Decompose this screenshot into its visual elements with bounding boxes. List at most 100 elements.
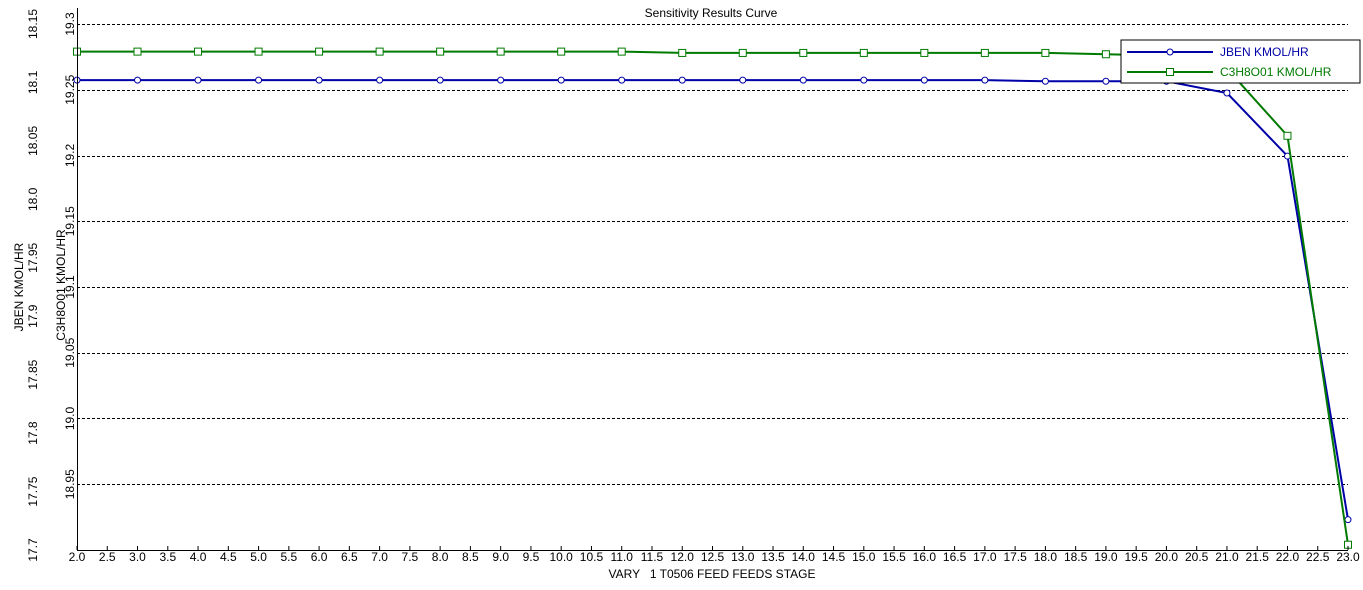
x-tick-label: 9.5 xyxy=(523,550,540,564)
data-point xyxy=(738,48,747,57)
x-tick-label: 19.5 xyxy=(1124,550,1148,564)
x-tick-label: 15.0 xyxy=(852,550,876,564)
data-point xyxy=(1223,89,1231,97)
data-point xyxy=(315,76,323,84)
x-tick-label: 14.5 xyxy=(822,550,846,564)
x-tick-label: 3.0 xyxy=(129,550,146,564)
data-point xyxy=(980,48,989,57)
data-point xyxy=(436,76,444,84)
x-axis-label: VARY 1 T0506 FEED FEEDS STAGE xyxy=(609,567,816,581)
x-tick-label: 9.0 xyxy=(492,550,509,564)
data-point xyxy=(557,47,566,56)
x-tick-label: 13.5 xyxy=(761,550,785,564)
legend-marker-c3h8o01 xyxy=(1166,68,1174,76)
y1-tick-label: 17.85 xyxy=(26,359,40,389)
axes: 2.0 2.5 3.0 3.5 4.0 4.5 5.0 5.5 6.0 6.5 7.0 7.5 8.0 8… xyxy=(26,8,1360,564)
data-point xyxy=(920,76,928,84)
y2-tick-label: 19.3 xyxy=(63,12,77,36)
data-point xyxy=(134,76,142,84)
series-layer xyxy=(73,47,1352,549)
data-point xyxy=(799,76,807,84)
x-tick-label: 3.5 xyxy=(159,550,176,564)
x-tick-label: 16.0 xyxy=(913,550,937,564)
data-point xyxy=(678,76,686,84)
y-axis-label-left: JBEN KMOL/HR xyxy=(12,242,26,331)
x-tick-label: 12.0 xyxy=(671,550,695,564)
data-point xyxy=(1344,516,1352,524)
data-point xyxy=(255,76,263,84)
data-point xyxy=(557,76,565,84)
x-tick-label: 11.0 xyxy=(610,550,633,564)
x-tick-label: 22.5 xyxy=(1306,550,1330,564)
x-tick-label: 18.0 xyxy=(1034,550,1058,564)
y1-tick-label: 17.7 xyxy=(26,538,40,562)
x-tick-label: 20.0 xyxy=(1155,550,1179,564)
x-tick-label: 8.5 xyxy=(462,550,479,564)
y2-tick-label: 18.95 xyxy=(63,469,77,499)
data-point xyxy=(496,47,505,56)
y2-tick-label: 19.25 xyxy=(63,74,77,104)
x-tick-label: 19.0 xyxy=(1094,550,1118,564)
data-point xyxy=(739,76,747,84)
x-tick-label: 11.5 xyxy=(641,550,664,564)
x-tick-label: 17.5 xyxy=(1003,550,1027,564)
x-tick-label: 6.5 xyxy=(341,550,358,564)
y1-tick-label: 18.0 xyxy=(26,187,40,211)
y1-tick-label: 18.15 xyxy=(26,9,40,39)
y2-tick-label: 19.05 xyxy=(63,337,77,367)
data-point xyxy=(315,47,324,56)
y2-tick-label: 19.0 xyxy=(63,406,77,430)
data-point xyxy=(859,48,868,57)
chart-title: Sensitivity Results Curve xyxy=(645,6,778,20)
data-point xyxy=(678,48,687,57)
x-tick-label: 22.0 xyxy=(1276,550,1300,564)
x-tick-label: 12.5 xyxy=(701,550,725,564)
data-point xyxy=(1101,50,1110,59)
data-point xyxy=(617,47,626,56)
legend-marker-jben xyxy=(1166,48,1174,56)
series-line-0 xyxy=(77,79,1349,520)
x-tick-label: 7.0 xyxy=(371,550,388,564)
x-tick-label: 10.5 xyxy=(580,550,604,564)
x-tick-label: 7.5 xyxy=(402,550,419,564)
y2-tick-label: 19.2 xyxy=(63,143,77,167)
data-point xyxy=(497,76,505,84)
y1-tick-label: 17.95 xyxy=(26,242,40,272)
sensitivity-chart: 2.0 2.5 3.0 3.5 4.0 4.5 5.0 5.5 6.0 6.5 7.0 7.5 8.0 8… xyxy=(12,6,1361,581)
x-tick-label: 17.0 xyxy=(973,550,997,564)
data-point xyxy=(1283,131,1292,140)
legend-label-jben: JBEN KMOL/HR xyxy=(1220,45,1309,59)
data-point xyxy=(799,48,808,57)
data-point xyxy=(920,48,929,57)
x-tick-label: 4.0 xyxy=(190,550,207,564)
legend-label-c3h8o01: C3H8O01 KMOL/HR xyxy=(1220,65,1332,79)
legend: JBEN KMOL/HR C3H8O01 KMOL/HR xyxy=(1120,39,1361,84)
data-point xyxy=(981,76,989,84)
y1-tick-label: 18.05 xyxy=(26,126,40,156)
x-tick-label: 10.0 xyxy=(550,550,574,564)
x-tick-label: 4.5 xyxy=(220,550,237,564)
x-tick-label: 20.5 xyxy=(1185,550,1209,564)
series-line-1 xyxy=(77,50,1349,545)
x-tick-label: 5.0 xyxy=(250,550,267,564)
x-tick-label: 13.0 xyxy=(731,550,755,564)
x-tick-label: 5.5 xyxy=(280,550,297,564)
data-point xyxy=(254,47,263,56)
data-point xyxy=(194,47,203,56)
data-point xyxy=(375,47,384,56)
grid-lines xyxy=(77,24,1348,485)
x-tick-label: 14.0 xyxy=(792,550,816,564)
x-tick-label: 23.0 xyxy=(1336,550,1360,564)
y1-tick-label: 17.75 xyxy=(26,476,40,506)
y-axis-label-right: C3H8O01 KMOL/HR xyxy=(54,229,68,341)
x-tick-label: 21.5 xyxy=(1246,550,1270,564)
x-tick-label: 8.0 xyxy=(432,550,449,564)
data-point xyxy=(1041,77,1049,85)
data-point xyxy=(1041,48,1050,57)
y1-tick-label: 18.1 xyxy=(26,70,40,94)
x-tick-label: 18.5 xyxy=(1064,550,1088,564)
x-tick-label: 2.5 xyxy=(99,550,116,564)
x-tick-label: 21.0 xyxy=(1215,550,1239,564)
data-point xyxy=(860,76,868,84)
y1-tick-label: 17.9 xyxy=(26,304,40,328)
